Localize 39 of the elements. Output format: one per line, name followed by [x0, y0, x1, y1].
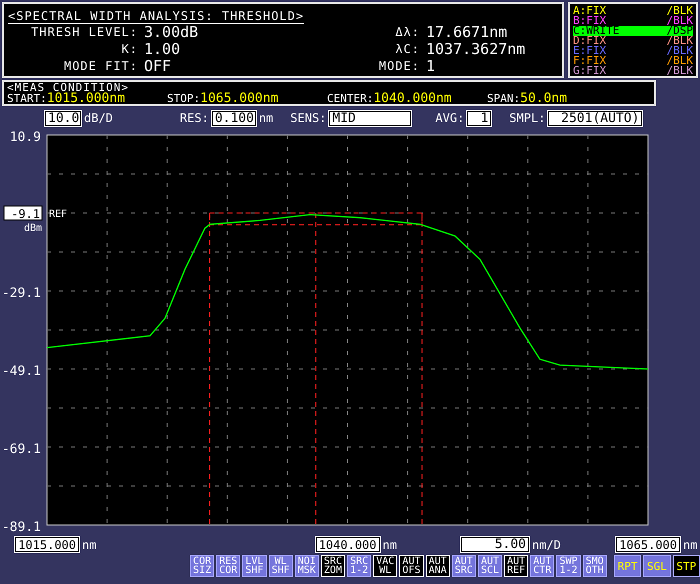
ref-unit: dBm [24, 223, 42, 234]
result-label: Δλ: [394, 24, 420, 41]
sens-label: SENS: [290, 111, 326, 125]
parameter-value: 1.00 [144, 41, 182, 58]
y-tick-label: -49.1 [2, 364, 41, 379]
result-value: 1037.3627nm [426, 41, 526, 58]
x-tick-unit: nm [683, 538, 698, 552]
result-label: λC: [394, 41, 420, 58]
y-tick-label: -89.1 [2, 520, 41, 535]
y-tick-label: -69.1 [2, 442, 41, 457]
parameter-label: THRESH LEVEL: [30, 24, 138, 41]
res-unit: nm [258, 111, 274, 125]
y-tick-label: 10.9 [10, 130, 41, 145]
scale-unit: dB/D [84, 111, 113, 125]
condition-value: 50.0nm [520, 93, 568, 105]
result-label: MODE: [378, 58, 420, 75]
res-label: RES: [180, 111, 209, 125]
avg-label: AVG: [435, 111, 464, 125]
parameter-value: 3.00dB [144, 24, 200, 41]
condition-label: SPAN: [487, 93, 520, 105]
condition-value: 1040.000nm [373, 93, 452, 105]
parameter-value: OFF [144, 58, 172, 75]
condition-value: 1015.000nm [46, 93, 126, 105]
condition-label: START: [7, 93, 47, 105]
meas-condition-title: <MEAS CONDITION> [7, 82, 130, 93]
analysis-title: <SPECTRAL WIDTH ANALYSIS: THRESHOLD> [8, 10, 304, 24]
x-tick-unit: nm [382, 538, 397, 552]
smpl-label: SMPL: [509, 111, 546, 125]
result-value: 17.6671nm [426, 24, 508, 41]
parameter-label: K: [120, 41, 138, 58]
condition-label: STOP: [167, 93, 200, 105]
ref-label: REF [49, 209, 68, 220]
condition-label: CENTER: [327, 93, 374, 105]
span-unit: nm/D [532, 538, 561, 552]
condition-value: 1065.000nm [200, 93, 278, 105]
result-value: 1 [426, 58, 436, 75]
x-tick-unit: nm [82, 538, 96, 552]
parameter-label: MODE FIT: [62, 58, 138, 75]
y-tick-label: -29.1 [2, 286, 41, 301]
